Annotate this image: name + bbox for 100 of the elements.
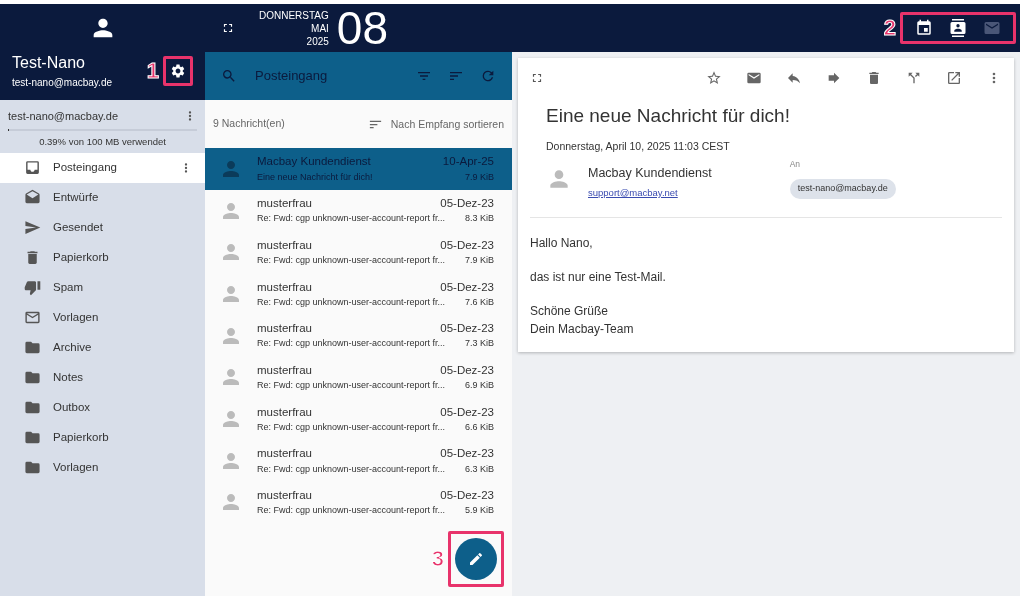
message-size: 8.3 KiB: [464, 212, 494, 226]
date-weekday: DONNERSTAG: [259, 8, 329, 22]
message-sender: Macbay Kundendienst: [257, 154, 371, 170]
forward-icon: [826, 70, 842, 86]
folder-item[interactable]: Archive: [0, 332, 205, 363]
message-row[interactable]: musterfrau 05-Dez-23 Re: Fwd: cgp unknown-user-account-report fr... 7.6 KiB: [205, 273, 512, 315]
message-size: 6.9 KiB: [464, 379, 494, 393]
date-year: 2025: [305, 34, 329, 48]
date-month: MAI: [310, 21, 329, 35]
message-size: 7.6 KiB: [464, 295, 494, 309]
folder-item[interactable]: Vorlagen: [0, 452, 205, 483]
message-date: 05-Dez-23: [440, 446, 494, 462]
message-subject: Eine neue Nachricht für dich!: [257, 170, 373, 184]
message-subject: Re: Fwd: cgp unknown-user-account-report fr...: [257, 337, 446, 351]
message-date: 05-Dez-23: [440, 321, 494, 337]
send-icon: [24, 219, 41, 237]
refresh-icon: [480, 68, 496, 84]
message-row[interactable]: musterfrau 05-Dez-23 Re: Fwd: cgp unknown-user-account-report fr... 5.9 KiB: [205, 481, 512, 524]
folder-item[interactable]: Outbox: [0, 392, 205, 423]
compose-button[interactable]: [455, 538, 497, 581]
message-sender: musterfrau: [257, 404, 312, 420]
message-size: 7.9 KiB: [464, 254, 494, 268]
fullscreen-icon: [530, 71, 544, 85]
message-date: 05-Dez-23: [440, 237, 494, 253]
forward-button[interactable]: [826, 70, 842, 86]
mark-unread-button[interactable]: [746, 70, 762, 86]
move-icon: [906, 70, 922, 86]
move-button[interactable]: [906, 70, 922, 86]
fullscreen-icon: [221, 21, 235, 35]
open-window-icon: [946, 70, 962, 86]
folder-item[interactable]: Spam: [0, 272, 205, 303]
message-subject: Re: Fwd: cgp unknown-user-account-report fr...: [257, 420, 446, 434]
message-subject: Re: Fwd: cgp unknown-user-account-report fr...: [257, 462, 446, 476]
calendar-app-button[interactable]: [915, 19, 933, 37]
email-subject: Eine neue Nachricht für dich!: [546, 104, 791, 128]
open-window-button[interactable]: [946, 70, 962, 86]
delete-button[interactable]: [866, 70, 882, 86]
message-date: 05-Dez-23: [440, 487, 494, 503]
message-date: 05-Dez-23: [440, 362, 494, 378]
message-sender: musterfrau: [257, 446, 312, 462]
star-icon: [706, 70, 722, 86]
contacts-icon: [949, 19, 967, 37]
message-sender: musterfrau: [257, 279, 312, 295]
pencil-icon: [468, 551, 484, 568]
message-count: 9 Nachricht(en): [213, 116, 285, 132]
message-size: 7.3 KiB: [464, 337, 494, 351]
refresh-button[interactable]: [480, 68, 496, 84]
folder-item[interactable]: Entwürfe: [0, 182, 205, 213]
callout-number: 3: [431, 548, 444, 571]
reply-icon: [786, 70, 802, 86]
folder-item[interactable]: Gesendet: [0, 212, 205, 243]
fullscreen-button[interactable]: [221, 21, 235, 35]
mail-icon: [983, 19, 1001, 37]
folder-item[interactable]: Notes: [0, 362, 205, 393]
recipient-label: An: [789, 158, 802, 171]
folder-item[interactable]: Papierkorb: [0, 242, 205, 273]
recipient-chip: test-nano@macbay.de: [789, 179, 896, 199]
sort-order-button[interactable]: Nach Empfang sortieren: [367, 116, 504, 132]
message-date: 05-Dez-23: [440, 196, 494, 212]
inbox-icon: [24, 159, 41, 177]
folder-item[interactable]: Vorlagen: [0, 302, 205, 333]
message-size: 5.9 KiB: [464, 504, 494, 518]
message-subject: Re: Fwd: cgp unknown-user-account-report fr...: [257, 379, 446, 393]
message-date: 05-Dez-23: [440, 404, 494, 420]
profile-email: test-nano@macbay.de: [12, 76, 113, 90]
message-row[interactable]: musterfrau 05-Dez-23 Re: Fwd: cgp unknown-user-account-report fr... 6.9 KiB: [205, 356, 512, 399]
account-email: test-nano@macbay.de: [8, 109, 119, 124]
contacts-app-button[interactable]: [949, 19, 967, 37]
fullscreen-button[interactable]: [530, 71, 544, 85]
message-row[interactable]: musterfrau 05-Dez-23 Re: Fwd: cgp unknown-user-account-report fr... 6.3 KiB: [205, 439, 512, 482]
usage-text: 0.39% von 100 MB verwendet: [38, 134, 167, 149]
message-sender: musterfrau: [257, 321, 312, 337]
message-row[interactable]: musterfrau 05-Dez-23 Re: Fwd: cgp unknown-user-account-report fr... 6.6 KiB: [205, 398, 512, 440]
message-date: 10-Apr-25: [442, 154, 494, 170]
callout-number: 2: [883, 17, 896, 39]
profile-name: Test-Nano: [12, 53, 86, 73]
message-sender: musterfrau: [257, 362, 312, 378]
message-sender: musterfrau: [257, 196, 312, 212]
message-row[interactable]: musterfrau 05-Dez-23 Re: Fwd: cgp unknown-user-account-report fr... 7.9 KiB: [205, 231, 512, 274]
reply-button[interactable]: [786, 70, 802, 86]
settings-button[interactable]: [170, 62, 186, 79]
message-row[interactable]: musterfrau 05-Dez-23 Re: Fwd: cgp unknown-user-account-report fr... 8.3 KiB: [205, 189, 512, 232]
folder-item[interactable]: Posteingang: [0, 152, 205, 183]
message-date: 05-Dez-23: [440, 279, 494, 295]
message-sender: musterfrau: [257, 487, 312, 503]
star-button[interactable]: [706, 70, 722, 86]
delete-icon: [866, 70, 882, 86]
body-line: das ist nur eine Test-Mail.: [530, 269, 667, 286]
message-subject: Re: Fwd: cgp unknown-user-account-report fr...: [257, 504, 446, 518]
message-size: 7.9 KiB: [464, 170, 494, 184]
message-size: 6.3 KiB: [464, 462, 494, 476]
message-subject: Re: Fwd: cgp unknown-user-account-report fr...: [257, 295, 446, 309]
mark-unread-icon: [746, 70, 762, 86]
folder-item[interactable]: Papierkorb: [0, 422, 205, 453]
message-sender: musterfrau: [257, 237, 312, 253]
message-size: 6.6 KiB: [464, 420, 494, 434]
body-line: Dein Macbay-Team: [530, 321, 635, 338]
message-row[interactable]: musterfrau 05-Dez-23 Re: Fwd: cgp unknown-user-account-report fr... 7.3 KiB: [205, 314, 512, 357]
sender-email-link[interactable]: support@macbay.net: [588, 187, 678, 198]
thumbs-down-icon: [24, 279, 41, 297]
